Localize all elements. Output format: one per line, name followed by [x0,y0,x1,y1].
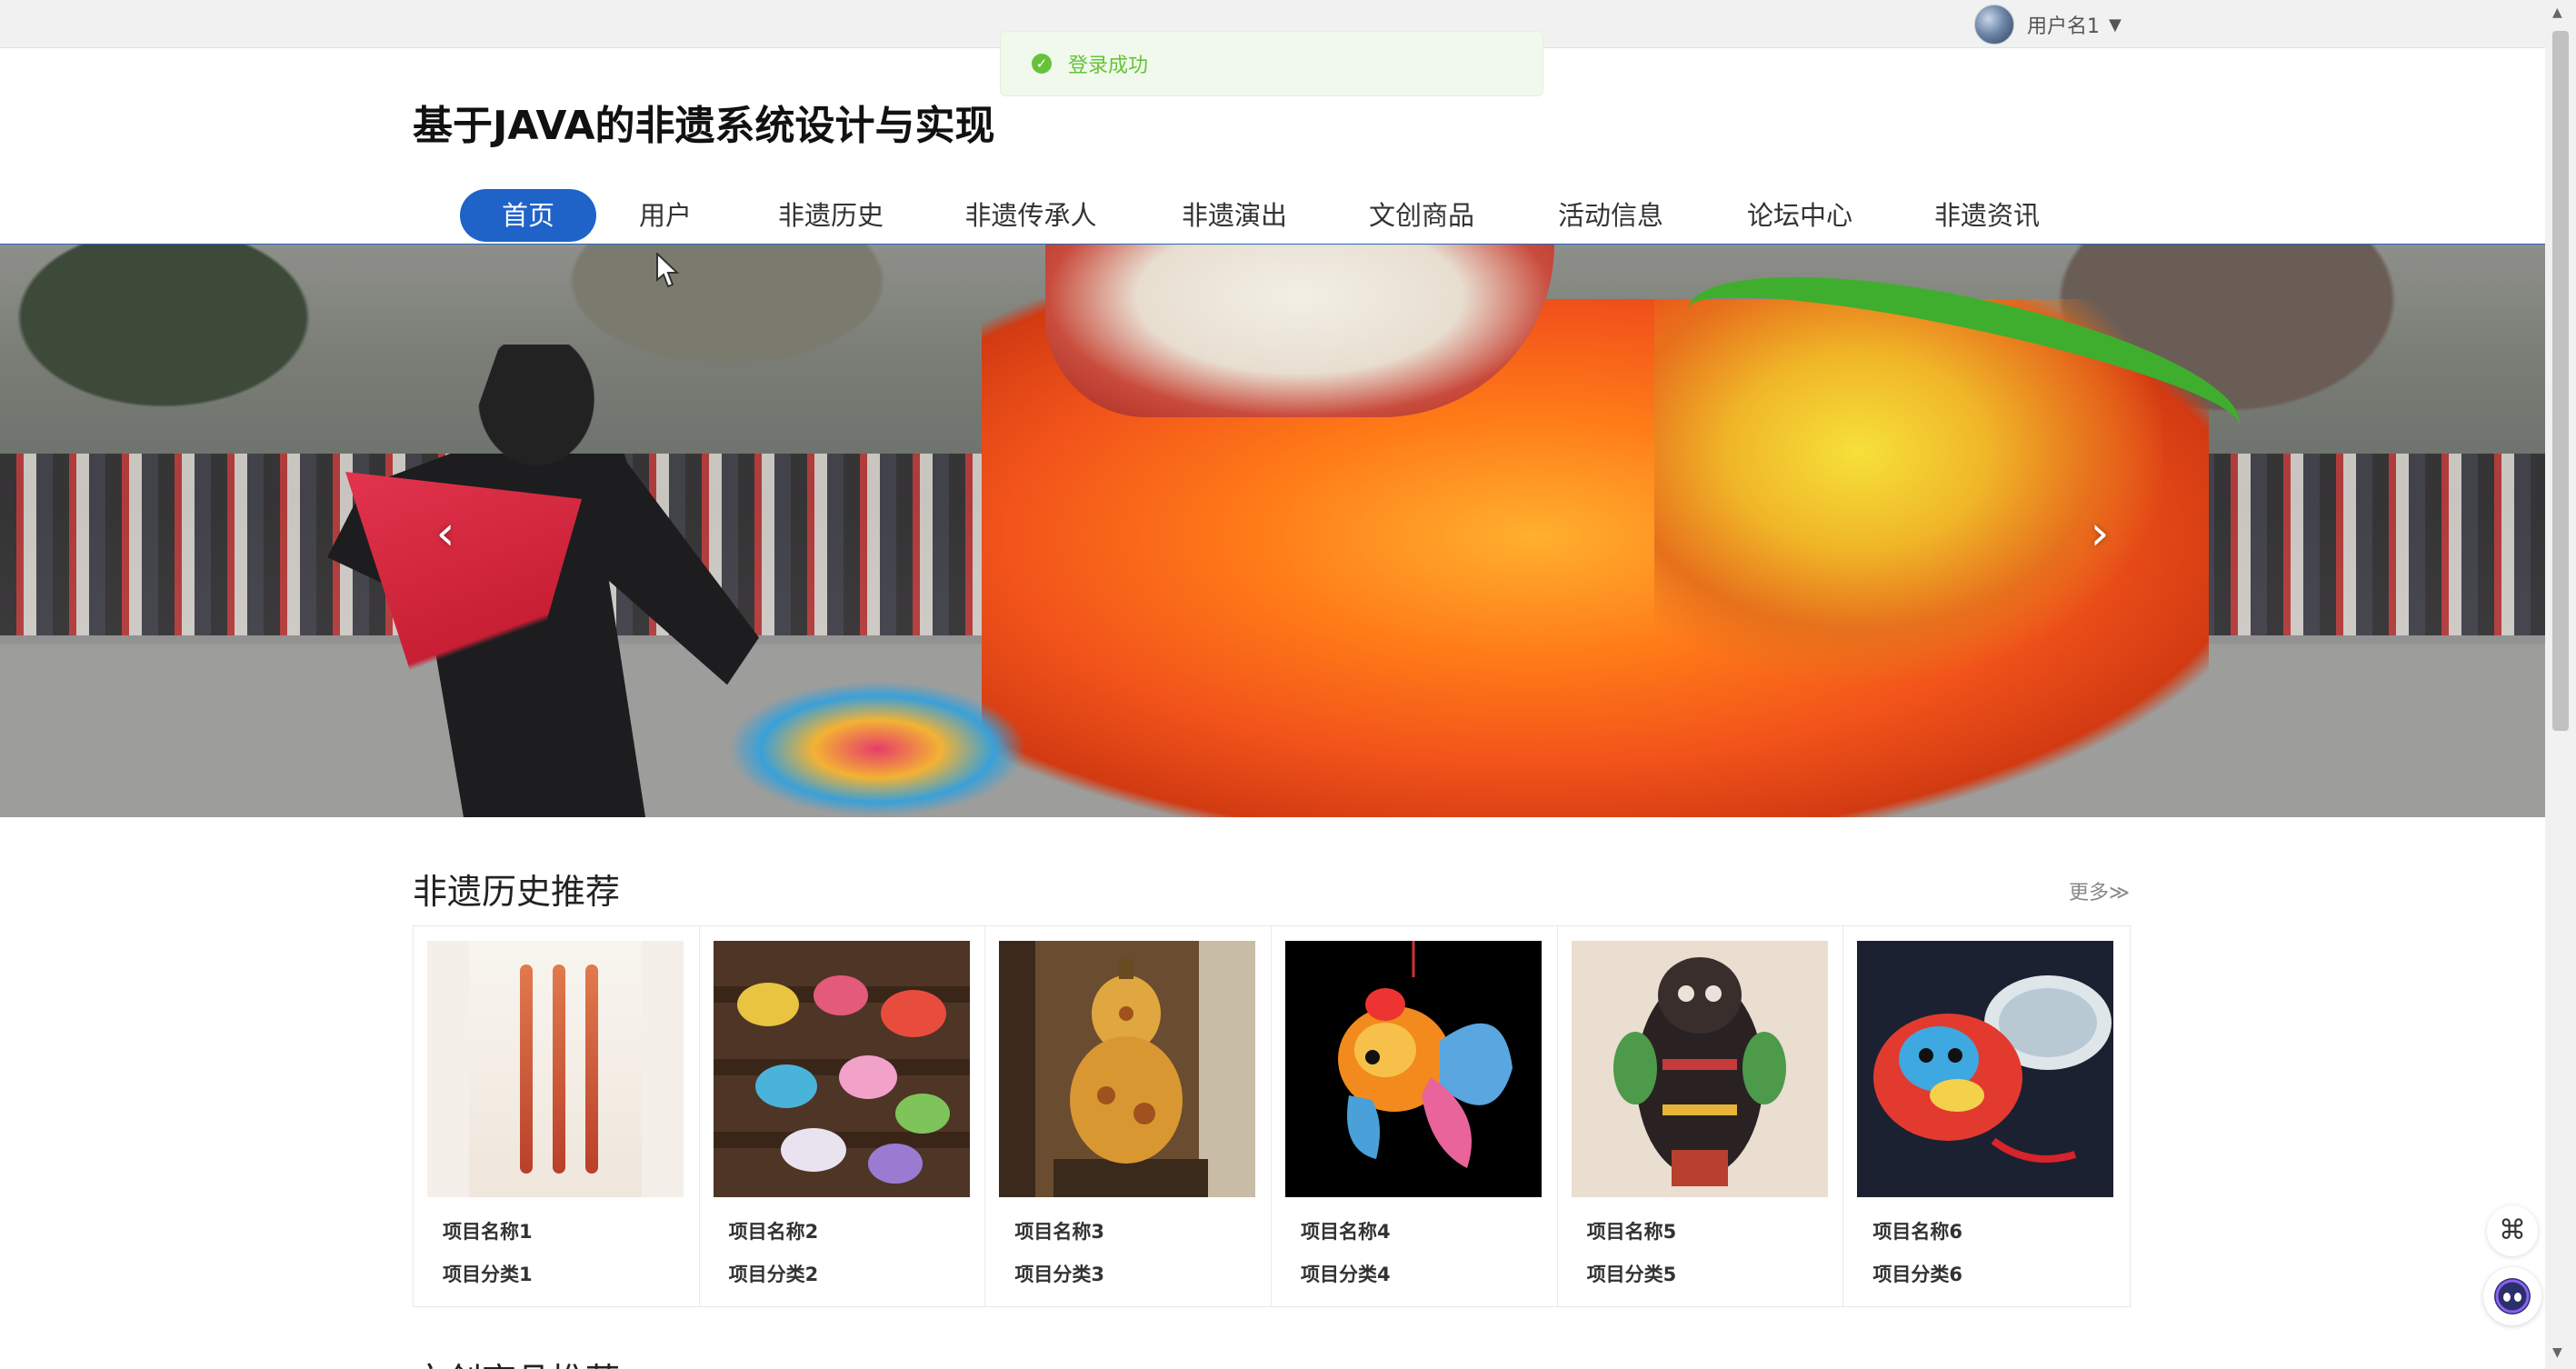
assistant-bot-icon[interactable] [2483,1267,2541,1325]
avatar [1974,5,2014,45]
card-image-goldfish-lantern [1285,941,1543,1197]
check-circle-icon: ✓ [1032,54,1052,74]
nav-item-products[interactable]: 文创商品 [1360,189,1483,242]
history-card[interactable]: 项目名称3 项目分类3 [985,926,1273,1306]
card-image-gourd [999,941,1256,1197]
toast-message: 登录成功 [1068,55,1149,77]
history-card[interactable]: 项目名称1 项目分类1 [414,926,700,1306]
scroll-down-icon[interactable]: ▼ [2552,1345,2562,1360]
nav-item-forum[interactable]: 论坛中心 [1738,189,1862,242]
nav-item-performances[interactable]: 非遗演出 [1173,189,1296,242]
card-name: 项目名称3 [1014,1221,1104,1243]
history-card[interactable]: 项目名称4 项目分类4 [1272,926,1558,1306]
nav-item-activities[interactable]: 活动信息 [1549,189,1672,242]
carousel-next-icon[interactable]: › [2082,505,2118,563]
user-name: 用户名1 [2027,15,2100,38]
main-nav: 首页 用户 非遗历史 非遗传承人 非遗演出 文创商品 活动信息 论坛中心 非遗资… [0,187,2545,246]
nav-item-home[interactable]: 首页 [460,189,596,242]
section-title-history: 非遗历史推荐 [413,872,621,912]
fish-sachets-graphic [713,941,970,1197]
section-title-products: 文创商品推荐 [413,1353,620,1369]
history-card[interactable]: 项目名称5 项目分类5 [1558,926,1844,1306]
card-image-tiger-whistle [1857,941,2114,1197]
history-card[interactable]: 项目名称6 项目分类6 [1843,926,2130,1306]
history-card-list: 项目名称1 项目分类1 项目名称2 项目分类2 项目名称3 项目分类3 项目名称… [413,925,2131,1307]
card-name: 项目名称5 [1586,1221,1677,1243]
card-category: 项目分类2 [728,1264,819,1285]
card-name: 项目名称2 [728,1221,819,1243]
card-name: 项目名称6 [1872,1221,1962,1243]
site-title: 基于JAVA的非遗系统设计与实现 [413,103,995,149]
nav-item-news[interactable]: 非遗资讯 [1925,189,2049,242]
card-name: 项目名称4 [1301,1221,1391,1243]
carousel-prev-icon[interactable]: ‹ [427,505,464,563]
ribbon-prop [727,681,1027,817]
card-image-fish-sachets [713,941,970,1197]
goldfish-lantern-graphic [1285,941,1543,1197]
hairpin-shape [585,964,598,1174]
card-category: 项目分类4 [1301,1264,1391,1285]
nav-item-inheritors[interactable]: 非遗传承人 [958,189,1103,242]
gourd-graphic [999,941,1256,1197]
nav-item-history[interactable]: 非遗历史 [769,189,893,242]
card-image-clay-tiger [1571,941,1828,1197]
clay-tiger-graphic [1571,941,1828,1197]
scroll-up-icon[interactable]: ▲ [2552,5,2562,20]
more-link[interactable]: 更多≫ [2069,876,2130,905]
card-image-backdrop [469,941,642,1197]
bot-face-graphic [2494,1278,2531,1314]
card-category: 项目分类1 [443,1264,533,1285]
hairpin-shape [553,964,565,1174]
scrollbar-thumb[interactable] [2552,31,2569,731]
nav-item-users[interactable]: 用户 [629,189,702,242]
success-toast: ✓ 登录成功 [1000,31,1543,96]
card-category: 项目分类5 [1586,1264,1677,1285]
card-category: 项目分类6 [1872,1264,1962,1285]
mouse-cursor-icon [656,253,680,288]
banner-carousel[interactable] [0,245,2545,817]
card-category: 项目分类3 [1014,1264,1104,1285]
card-name: 项目名称1 [443,1221,533,1243]
grid-menu-icon[interactable]: ⌘ [2487,1205,2538,1256]
history-card[interactable]: 项目名称2 项目分类2 [700,926,986,1306]
tiger-whistle-graphic [1857,941,2114,1197]
user-menu[interactable]: 用户名1 ▼ [1974,5,2122,45]
caret-down-icon: ▼ [2109,15,2122,35]
card-image-hairpins [427,941,684,1197]
hairpin-shape [520,964,533,1174]
